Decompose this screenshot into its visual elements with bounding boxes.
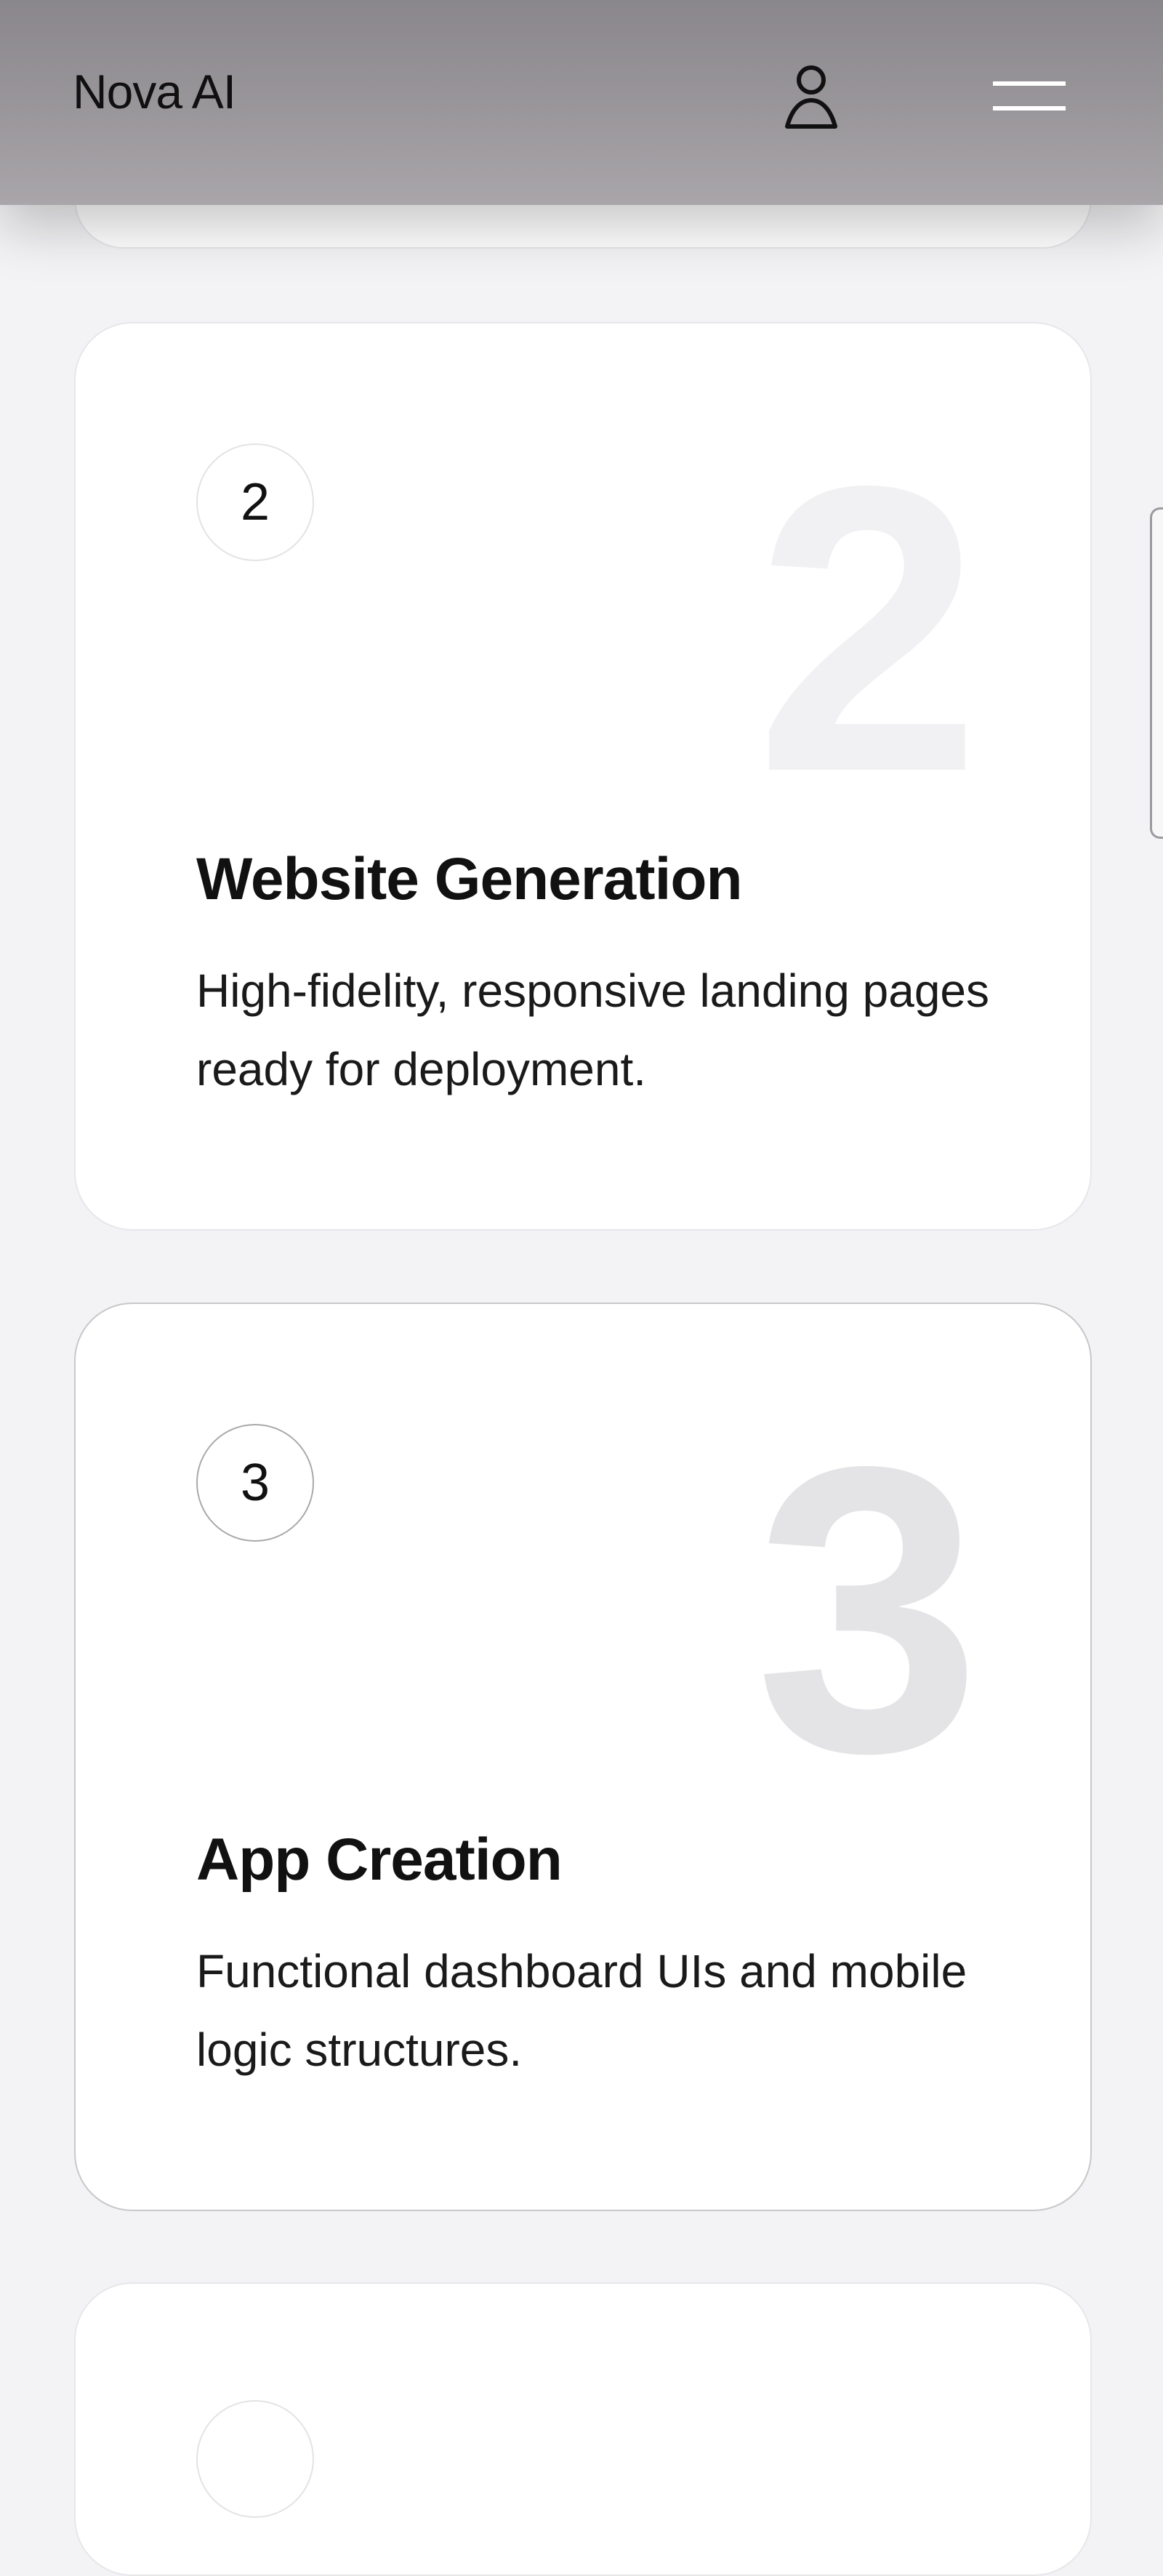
menu-button[interactable]	[993, 80, 1066, 113]
user-icon	[785, 65, 837, 129]
step-number-badge: 2	[196, 443, 314, 561]
background-step-number: 3	[754, 1382, 981, 1837]
feature-card-app-creation[interactable]: 3 3 App Creation Functional dashboard UI…	[74, 1303, 1092, 2211]
card-description: High-fidelity, responsive landing pages …	[196, 965, 989, 1095]
account-button[interactable]	[784, 63, 839, 131]
step-number-badge	[196, 2400, 314, 2518]
brand-logo-text[interactable]: Nova AI	[73, 64, 236, 119]
top-navigation-bar: Nova AI	[0, 0, 1163, 205]
card-title: App Creation	[196, 1827, 563, 1893]
card-title: Website Generation	[196, 846, 743, 912]
feature-card-next[interactable]	[74, 2282, 1092, 2576]
background-step-number: 2	[754, 401, 981, 856]
card-description: Functional dashboard UIs and mobile logi…	[196, 1945, 967, 2076]
step-number-badge: 3	[196, 1424, 314, 1542]
scroll-indicator[interactable]	[1150, 507, 1163, 839]
hamburger-menu-icon	[993, 81, 1066, 110]
feature-card-website-generation[interactable]: 2 2 Website Generation High-fidelity, re…	[74, 322, 1092, 1231]
